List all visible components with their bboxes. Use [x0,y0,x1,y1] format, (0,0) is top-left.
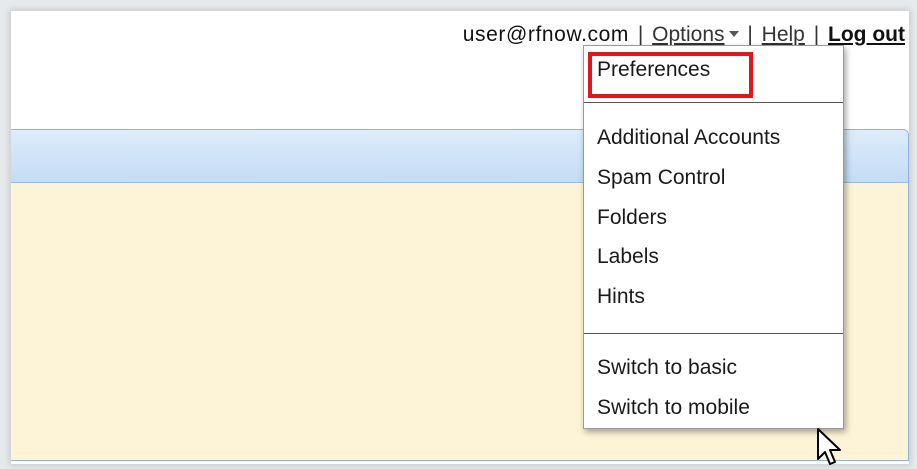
help-link[interactable]: Help [762,23,805,46]
menu-divider [584,102,843,103]
options-label: Options [652,23,725,46]
menu-item-additional-accounts[interactable]: Additional Accounts [597,126,780,150]
menu-item-labels[interactable]: Labels [597,245,659,269]
menu-item-spam-control[interactable]: Spam Control [597,166,725,190]
menu-item-hints[interactable]: Hints [597,285,645,309]
chevron-down-icon [728,30,739,37]
separator: | [637,23,644,46]
separator: | [813,23,820,46]
menu-item-switch-to-mobile[interactable]: Switch to mobile [597,396,750,420]
menu-item-switch-to-basic[interactable]: Switch to basic [597,356,737,380]
separator: | [747,23,753,46]
options-dropdown-menu: Preferences Additional Accounts Spam Con… [583,45,844,429]
account-links-bar: user@rfnow.com | Options | Help | Log ou… [463,23,905,47]
logout-link[interactable]: Log out [828,23,905,46]
cursor-arrow-icon [817,428,841,465]
menu-item-folders[interactable]: Folders [597,206,667,230]
menu-divider [584,333,843,334]
user-email: user@rfnow.com [462,23,629,46]
options-menu-link[interactable]: Options [652,23,739,46]
preferences-highlight-box [588,52,753,98]
